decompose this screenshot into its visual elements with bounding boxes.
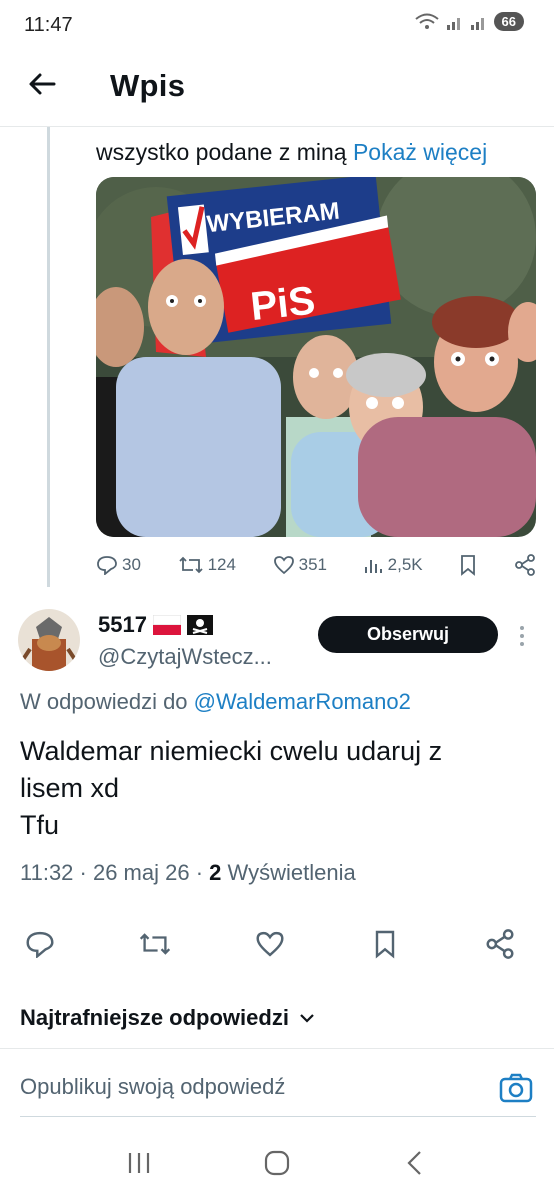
tweet-image[interactable]: WYBIERAM PiS (96, 177, 536, 537)
home-button[interactable] (257, 1143, 297, 1183)
repost-button[interactable] (135, 924, 175, 964)
divider (0, 1048, 554, 1049)
thread-line (47, 127, 50, 587)
reply-text: Waldemar niemiecki cwelu udaruj z lisem … (20, 733, 520, 844)
recents-icon (128, 1153, 150, 1173)
comment-icon (97, 556, 117, 575)
status-time: 11:47 (24, 14, 73, 36)
reply-to-line: W odpowiedzi do @WaldemarRomano2 (20, 689, 411, 715)
divider (20, 1116, 536, 1117)
bookmark-action[interactable] (459, 554, 477, 576)
pirate-flag-icon (186, 615, 213, 635)
system-back-button[interactable] (395, 1143, 435, 1183)
chevron-left-icon (407, 1151, 421, 1175)
author-name[interactable]: 5517 (98, 612, 213, 638)
views-label: Wyświetlenia (227, 860, 356, 885)
chevron-down-icon (300, 1014, 314, 1023)
views-count: 2,5K (387, 555, 423, 574)
comment-icon (26, 931, 54, 958)
wifi-icon (414, 13, 439, 29)
signal-icon (446, 17, 460, 30)
reply-action[interactable]: 30 (96, 555, 141, 575)
bookmark-icon (375, 930, 395, 959)
recent-apps-button[interactable] (119, 1143, 159, 1183)
sign-party: PiS (248, 279, 317, 329)
camera-icon (499, 1073, 533, 1103)
like-action[interactable]: 351 (273, 555, 327, 575)
repost-icon (139, 933, 171, 955)
follow-button[interactable]: Obserwuj (318, 616, 498, 653)
reply-text-line: Waldemar niemiecki cwelu udaruj z (20, 736, 443, 766)
home-icon (264, 1150, 290, 1176)
like-button[interactable] (250, 924, 290, 964)
tweet-timestamp[interactable]: 11:32 · 26 maj 26 · (20, 860, 203, 885)
reply-text-line: lisem xd (20, 773, 120, 803)
quoted-text: wszystko podane z miną (96, 139, 347, 165)
poland-flag-icon (152, 615, 181, 635)
tweet-meta: 11:32 · 26 maj 26 · 2 Wyświetlenia (20, 860, 356, 886)
back-button[interactable] (22, 64, 62, 104)
reply-to-prefix: W odpowiedzi do (20, 689, 188, 714)
reply-button[interactable] (20, 924, 60, 964)
views-icon (364, 560, 382, 573)
author-name-text: 5517 (98, 612, 147, 637)
signal-icon (470, 17, 484, 30)
share-action[interactable] (514, 554, 536, 576)
page-title: Wpis (110, 68, 186, 103)
share-icon (515, 554, 535, 576)
show-more-link[interactable]: Pokaż więcej (353, 139, 487, 165)
reply-input[interactable]: Opublikuj swoją odpowiedź (20, 1074, 285, 1100)
heart-icon (273, 556, 294, 575)
more-options-button[interactable] (515, 624, 529, 648)
author-handle[interactable]: @CzytajWstecz... (98, 644, 272, 670)
system-nav-bar (0, 1138, 554, 1188)
quoted-tweet-text: wszystko podane z miną Pokaż więcej (96, 139, 487, 166)
share-icon (486, 929, 514, 959)
repost-count: 124 (207, 555, 236, 574)
bookmark-icon (461, 555, 476, 576)
like-count: 351 (298, 555, 327, 574)
reply-to-handle[interactable]: @WaldemarRomano2 (194, 689, 411, 714)
repost-icon (178, 556, 203, 574)
sort-replies-dropdown[interactable]: Najtrafniejsze odpowiedzi (20, 1005, 315, 1031)
views-number: 2 (209, 860, 222, 885)
tweet-actions (20, 924, 520, 964)
quoted-tweet-actions: 30 124 351 2,5K (96, 552, 536, 578)
bookmark-button[interactable] (365, 924, 405, 964)
avatar[interactable] (18, 609, 80, 671)
sort-label: Najtrafniejsze odpowiedzi (20, 1005, 289, 1030)
repost-action[interactable]: 124 (178, 555, 236, 575)
status-icons: 66 (414, 12, 524, 31)
more-vertical-icon (520, 626, 524, 646)
heart-icon (256, 931, 284, 957)
reply-text-line: Tfu (20, 810, 60, 840)
views-action[interactable]: 2,5K (364, 555, 423, 575)
battery-indicator: 66 (493, 12, 524, 31)
camera-button[interactable] (498, 1071, 534, 1105)
share-button[interactable] (480, 924, 520, 964)
header-divider (0, 126, 554, 127)
arrow-left-icon (29, 73, 56, 95)
reply-count: 30 (122, 555, 141, 574)
